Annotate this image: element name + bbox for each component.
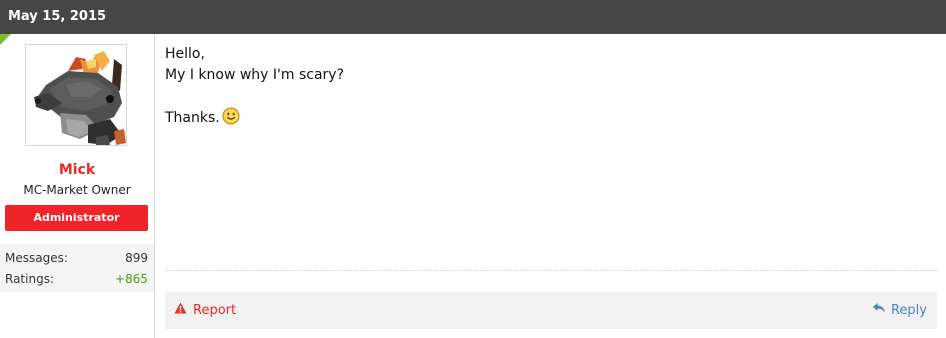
message-line: Thanks. (165, 110, 220, 126)
stat-row-ratings: Ratings: +865 (5, 269, 148, 290)
message-body: Hello, My I know why I'm scary? Thanks. (165, 44, 935, 128)
post-footer: Report Reply (165, 292, 937, 329)
user-title: MC-Market Owner (23, 183, 131, 197)
report-link[interactable]: Report (174, 292, 236, 329)
post-divider (165, 270, 937, 271)
stat-value: +865 (115, 272, 148, 286)
stat-value: 899 (125, 251, 148, 265)
reply-label: Reply (890, 303, 927, 318)
reply-link[interactable]: Reply (872, 292, 927, 329)
message-line-last: Thanks. (165, 107, 935, 128)
post-date-bar: May 15, 2015 (0, 0, 946, 34)
stat-label: Messages: (5, 251, 68, 265)
message-line: My I know why I'm scary? (165, 67, 345, 83)
user-info-panel: Mick MC-Market Owner Administrator Messa… (0, 34, 155, 338)
post-date: May 15, 2015 (8, 9, 107, 24)
message-line: Hello, (165, 46, 205, 62)
warning-icon (174, 292, 187, 329)
smile-icon (222, 107, 240, 132)
unread-indicator (0, 34, 11, 45)
user-role-badge: Administrator (5, 205, 148, 231)
report-label: Report (193, 303, 237, 318)
wolf-avatar-image (34, 51, 126, 145)
user-stats: Messages: 899 Ratings: +865 (0, 244, 154, 292)
message-line (165, 86, 935, 107)
username[interactable]: Mick (0, 162, 154, 178)
stat-row-messages: Messages: 899 (5, 248, 148, 269)
avatar[interactable] (25, 44, 127, 146)
reply-arrow-icon (872, 292, 886, 329)
stat-label: Ratings: (5, 272, 54, 286)
